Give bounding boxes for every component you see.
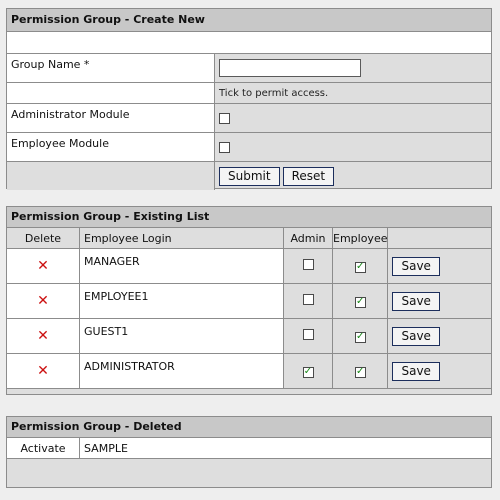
deleted-panel-title: Permission Group - Deleted <box>7 417 491 438</box>
deleted-panel: Permission Group - Deleted Activate SAMP… <box>6 416 492 488</box>
employee-checkbox[interactable]: ✓ <box>354 261 366 273</box>
group-name-cell <box>215 54 491 82</box>
deleted-row: Activate SAMPLE <box>7 438 491 459</box>
delete-x-icon[interactable]: ✕ <box>37 364 49 378</box>
admin-checkbox[interactable] <box>302 294 314 305</box>
save-button[interactable]: Save <box>392 326 440 346</box>
employee-module-checkbox[interactable] <box>219 141 230 153</box>
save-button[interactable]: Save <box>392 291 440 311</box>
employee-cell: ✓ <box>332 248 389 284</box>
save-button[interactable]: Save <box>392 256 440 276</box>
employee-cell: ✓ <box>332 353 389 389</box>
create-panel-title: Permission Group - Create New <box>7 9 491 32</box>
checkmark-icon: ✓ <box>356 331 365 343</box>
tick-note-cell: Tick to permit access. <box>215 83 491 103</box>
col-admin: Admin <box>283 228 333 249</box>
table-row: ✕ MANAGER ✓ Save <box>7 248 491 284</box>
tick-note-spacer <box>7 83 215 103</box>
admin-module-checkbox[interactable] <box>219 112 230 124</box>
employee-module-label: Employee Module <box>7 133 215 161</box>
admin-cell: ✓ <box>283 353 333 389</box>
save-button[interactable]: Save <box>392 361 440 381</box>
save-cell: Save <box>387 248 491 284</box>
deleted-table: Activate SAMPLE <box>7 438 491 459</box>
employee-checkbox[interactable]: ✓ <box>354 331 366 343</box>
save-cell: Save <box>387 318 491 354</box>
group-name-row: Group Name * <box>7 54 491 83</box>
delete-cell: ✕ <box>7 283 80 319</box>
activate-link[interactable]: Activate <box>7 438 80 459</box>
delete-cell: ✕ <box>7 318 80 354</box>
login-cell: GUEST1 <box>79 318 284 354</box>
employee-module-row: Employee Module <box>7 133 491 162</box>
submit-button[interactable]: Submit <box>219 166 280 186</box>
admin-cell <box>283 318 333 354</box>
existing-header-row: Delete Employee Login Admin Employee <box>7 228 491 249</box>
create-blank-row <box>7 32 491 54</box>
deleted-group-name: SAMPLE <box>79 438 491 459</box>
admin-checkbox[interactable] <box>302 329 314 340</box>
existing-panel: Permission Group - Existing List Delete … <box>6 206 492 395</box>
table-row: ✕ EMPLOYEE1 ✓ Save <box>7 283 491 319</box>
group-name-label: Group Name * <box>7 54 215 82</box>
employee-module-cell <box>215 133 491 161</box>
delete-x-icon[interactable]: ✕ <box>37 329 49 343</box>
action-row: Submit Reset <box>7 162 491 190</box>
admin-cell <box>283 283 333 319</box>
create-panel: Permission Group - Create New Group Name… <box>6 8 492 190</box>
employee-cell: ✓ <box>332 283 389 319</box>
admin-module-label: Administrator Module <box>7 104 215 132</box>
login-cell: EMPLOYEE1 <box>79 283 284 319</box>
save-cell: Save <box>387 353 491 389</box>
group-name-input[interactable] <box>219 59 361 77</box>
checkmark-icon: ✓ <box>356 261 365 273</box>
action-cell: Submit Reset <box>215 162 491 190</box>
login-cell: ADMINISTRATOR <box>79 353 284 389</box>
admin-module-row: Administrator Module <box>7 104 491 133</box>
delete-x-icon[interactable]: ✕ <box>37 259 49 273</box>
employee-checkbox[interactable]: ✓ <box>354 296 366 308</box>
tick-note: Tick to permit access. <box>219 87 329 99</box>
delete-cell: ✕ <box>7 353 80 389</box>
existing-table: Delete Employee Login Admin Employee ✕ M… <box>7 228 491 389</box>
col-save <box>387 228 491 249</box>
checkmark-icon: ✓ <box>356 366 365 378</box>
existing-panel-title: Permission Group - Existing List <box>7 207 491 228</box>
employee-cell: ✓ <box>332 318 389 354</box>
tick-note-row: Tick to permit access. <box>7 83 491 104</box>
save-cell: Save <box>387 283 491 319</box>
admin-module-cell <box>215 104 491 132</box>
table-row: ✕ GUEST1 ✓ Save <box>7 318 491 354</box>
login-cell: MANAGER <box>79 248 284 284</box>
admin-checkbox[interactable] <box>302 259 314 270</box>
employee-checkbox[interactable]: ✓ <box>354 366 366 378</box>
admin-cell <box>283 248 333 284</box>
admin-checkbox[interactable]: ✓ <box>302 366 314 378</box>
col-employee: Employee <box>332 228 389 249</box>
col-employee-login: Employee Login <box>79 228 284 249</box>
action-spacer <box>7 162 215 190</box>
table-row: ✕ ADMINISTRATOR ✓ ✓ Save <box>7 353 491 389</box>
delete-x-icon[interactable]: ✕ <box>37 294 49 308</box>
checkmark-icon: ✓ <box>356 296 365 308</box>
reset-button[interactable]: Reset <box>282 166 335 186</box>
col-delete: Delete <box>7 228 80 249</box>
checkmark-icon: ✓ <box>303 366 313 378</box>
delete-cell: ✕ <box>7 248 80 284</box>
